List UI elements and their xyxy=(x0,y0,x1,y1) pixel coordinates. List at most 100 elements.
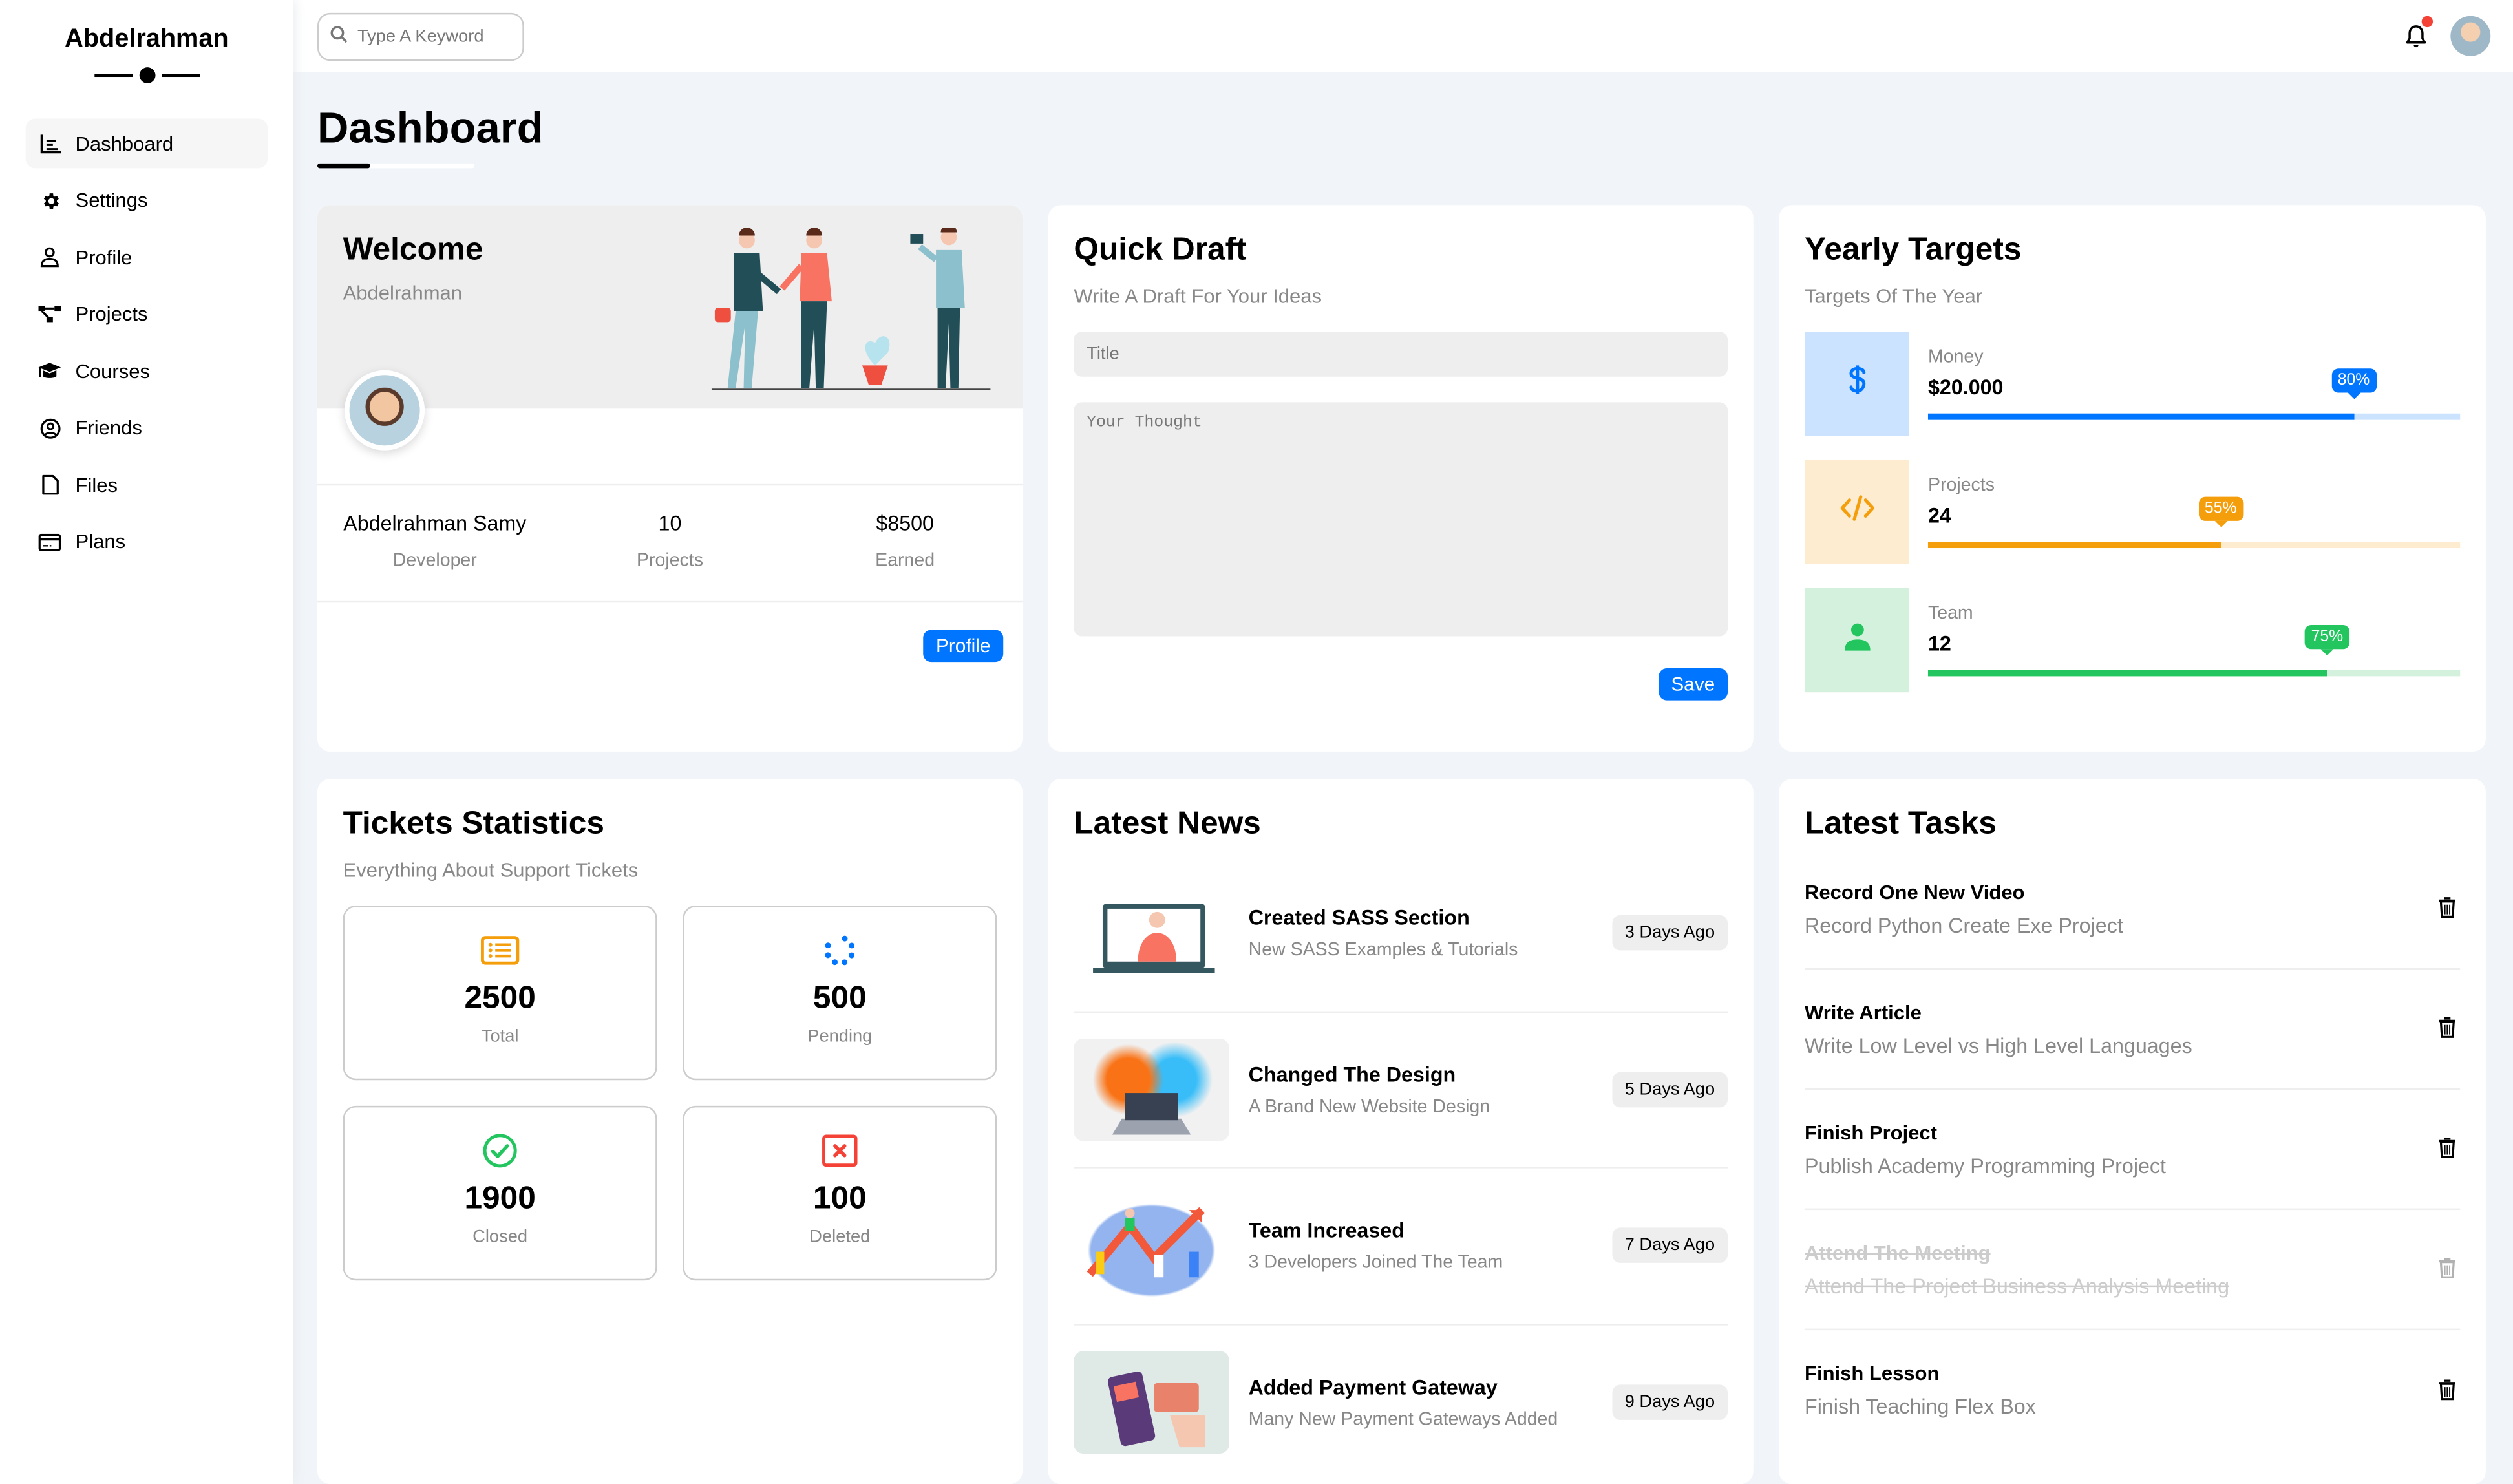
code-icon xyxy=(1839,495,1874,529)
sidebar-item-plans[interactable]: Plans xyxy=(26,517,268,567)
target-value: 24 xyxy=(1927,503,1951,527)
check-circle-icon xyxy=(345,1133,655,1169)
task-description: Record Python Create Exe Project xyxy=(1805,913,2123,937)
news-item[interactable]: Created SASS Section New SASS Examples &… xyxy=(1074,856,1728,1012)
sidebar-item-settings[interactable]: Settings xyxy=(26,176,268,226)
news-item[interactable]: Added Payment Gateway Many New Payment G… xyxy=(1074,1324,1728,1481)
ticket-stat-box: 100 Deleted xyxy=(683,1105,997,1281)
x-square-icon xyxy=(684,1133,995,1169)
task-title: Finish Lesson xyxy=(1805,1362,1940,1385)
target-item: Team 12 75% xyxy=(1805,588,2461,693)
quick-draft-card: Quick Draft Write A Draft For Your Ideas… xyxy=(1048,205,1754,752)
tickets-card: Tickets Statistics Everything About Supp… xyxy=(317,779,1023,1484)
ticket-label: Total xyxy=(481,1027,519,1047)
sidebar-item-profile[interactable]: Profile xyxy=(26,233,268,282)
trash-icon[interactable] xyxy=(2437,1016,2460,1042)
stat-label: Projects xyxy=(636,551,704,571)
news-time-badge: 7 Days Ago xyxy=(1611,1227,1728,1264)
news-title: Created SASS Section xyxy=(1248,906,1470,930)
user-icon xyxy=(1843,622,1870,659)
task-text: Write Article Write Low Level vs High Le… xyxy=(1805,1001,2437,1057)
ticket-label: Closed xyxy=(472,1227,528,1247)
news-text: Created SASS Section New SASS Examples &… xyxy=(1249,906,1612,960)
tasks-title: Latest Tasks xyxy=(1805,806,1997,842)
sidebar-item-files[interactable]: Files xyxy=(26,460,268,510)
target-label: Team xyxy=(1927,604,1973,624)
save-button[interactable]: Save xyxy=(1658,668,1728,701)
tickets-grid: 2500 Total 500 Pending 1900 Closed 100 D… xyxy=(343,905,997,1281)
bell-icon xyxy=(2405,25,2426,47)
targets-title: Yearly Targets xyxy=(1805,232,2022,268)
news-item[interactable]: Changed The Design A Brand New Website D… xyxy=(1074,1012,1728,1169)
news-text: Team Increased 3 Developers Joined The T… xyxy=(1249,1218,1612,1273)
news-image xyxy=(1074,1351,1229,1454)
user-icon xyxy=(39,246,61,269)
sidebar-item-label: Dashboard xyxy=(75,132,174,155)
sidebar-item-courses[interactable]: Courses xyxy=(26,346,268,396)
welcome-illustration xyxy=(711,228,991,390)
draft-subtitle: Write A Draft For Your Ideas xyxy=(1074,285,1322,308)
ticket-stat-box: 1900 Closed xyxy=(343,1105,657,1281)
search-box[interactable] xyxy=(317,12,524,61)
news-item[interactable]: Team Increased 3 Developers Joined The T… xyxy=(1074,1169,1728,1325)
sidebar-item-label: Plans xyxy=(75,530,126,553)
task-item: Finish Project Publish Academy Programmi… xyxy=(1805,1090,2461,1211)
trash-icon[interactable] xyxy=(2437,896,2460,922)
credit-card-icon xyxy=(38,531,61,553)
target-progress-fill xyxy=(1927,413,2354,420)
task-description: Attend The Project Business Analysis Mee… xyxy=(1805,1273,2230,1298)
news-text: Changed The Design A Brand New Website D… xyxy=(1249,1062,1612,1116)
notification-button[interactable] xyxy=(2399,16,2433,53)
target-percent-tooltip: 55% xyxy=(2198,496,2243,521)
news-description: New SASS Examples & Tutorials xyxy=(1248,941,1518,960)
sidebar-item-friends[interactable]: Friends xyxy=(26,403,268,453)
targets-subtitle: Targets Of The Year xyxy=(1805,285,1983,308)
trash-icon[interactable] xyxy=(2437,1136,2460,1162)
target-icon-box xyxy=(1805,588,1909,693)
draft-body-textarea[interactable] xyxy=(1074,402,1728,637)
draft-title-input[interactable] xyxy=(1074,332,1728,377)
gear-icon xyxy=(39,189,61,212)
sidebar-item-label: Projects xyxy=(75,302,148,326)
search-input[interactable] xyxy=(354,25,514,48)
ticket-label: Deleted xyxy=(809,1227,871,1247)
trash-icon[interactable] xyxy=(2437,1377,2460,1403)
task-description: Write Low Level vs High Level Languages xyxy=(1805,1033,2192,1057)
news-time-badge: 9 Days Ago xyxy=(1611,1384,1728,1421)
task-item: Attend The Meeting Attend The Project Bu… xyxy=(1805,1210,2461,1331)
target-icon-box xyxy=(1805,332,1909,436)
news-image xyxy=(1074,882,1229,985)
target-item: Money $20.000 80% xyxy=(1805,332,2461,436)
target-label: Money xyxy=(1927,348,1984,367)
brand-name: Abdelrahman xyxy=(65,25,229,53)
user-avatar[interactable] xyxy=(2450,16,2491,57)
welcome-card: Welcome Abdelrahman Abdelrahman Samy Dev… xyxy=(317,205,1023,752)
news-title: Changed The Design xyxy=(1248,1062,1456,1086)
sidebar: Abdelrahman Dashboard Settings Profile P… xyxy=(0,0,293,1484)
news-title: Team Increased xyxy=(1248,1218,1405,1243)
target-icon-box xyxy=(1805,460,1909,564)
task-item: Write Article Write Low Level vs High Le… xyxy=(1805,970,2461,1090)
task-description: Publish Academy Programming Project xyxy=(1805,1153,2167,1178)
target-progress-fill xyxy=(1927,670,2327,677)
latest-tasks-card: Latest Tasks Record One New Video Record… xyxy=(1779,779,2486,1484)
target-value: 12 xyxy=(1927,631,1951,656)
target-label: Projects xyxy=(1927,476,1995,496)
sidebar-item-dashboard[interactable]: Dashboard xyxy=(25,118,268,169)
news-time-badge: 5 Days Ago xyxy=(1611,1072,1728,1107)
news-title: Latest News xyxy=(1074,806,1261,842)
task-description: Finish Teaching Flex Box xyxy=(1805,1394,2036,1419)
stat-value: $8500 xyxy=(876,511,934,536)
profile-button[interactable]: Profile xyxy=(923,630,1004,662)
topbar-actions xyxy=(2399,16,2491,57)
welcome-avatar xyxy=(345,370,425,450)
target-percent-tooltip: 80% xyxy=(2331,368,2377,393)
app: Abdelrahman Dashboard Settings Profile P… xyxy=(0,0,2513,1484)
ticket-count: 1900 xyxy=(464,1181,536,1217)
title-underline xyxy=(317,164,474,169)
target-progress-bar: 55% xyxy=(1927,496,2461,549)
sidebar-item-projects[interactable]: Projects xyxy=(26,290,268,339)
trash-icon[interactable] xyxy=(2437,1256,2460,1282)
sidebar-item-label: Courses xyxy=(75,359,150,383)
chart-icon xyxy=(39,132,61,155)
